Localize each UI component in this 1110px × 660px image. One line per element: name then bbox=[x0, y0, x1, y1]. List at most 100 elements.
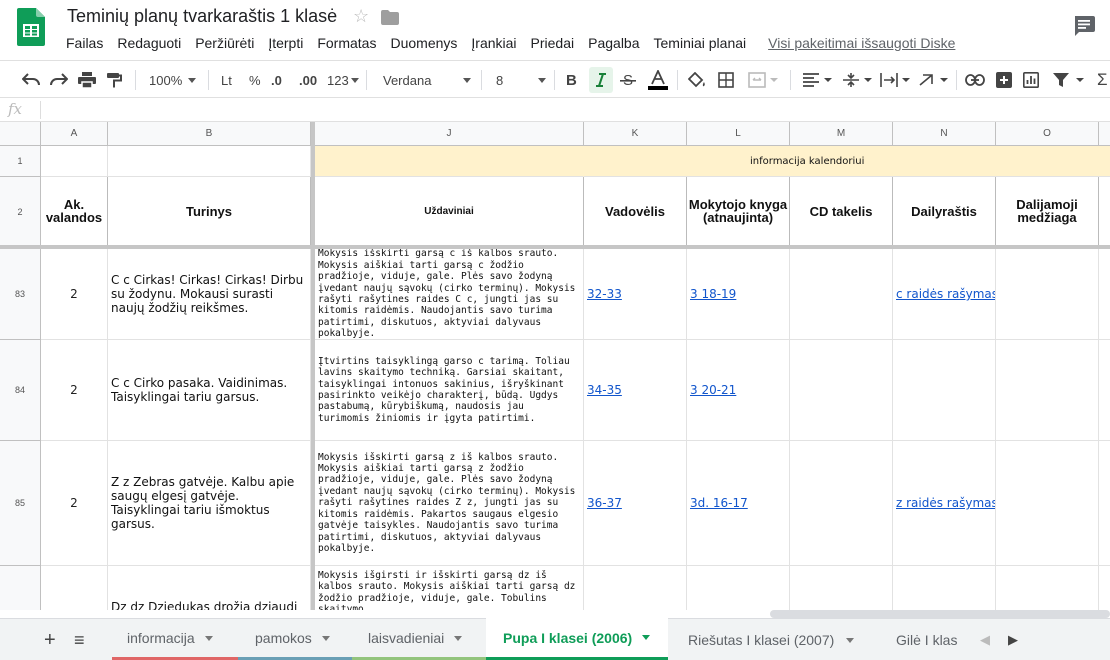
menu-format[interactable]: Formatas bbox=[317, 35, 376, 53]
content-cell[interactable]: C c Cirkas! Cirkas! Cirkas! Dirbu su žod… bbox=[108, 249, 311, 340]
sheets-logo-icon[interactable] bbox=[17, 8, 45, 46]
menu-view[interactable]: Peržiūrėti bbox=[195, 35, 254, 53]
hours-cell[interactable] bbox=[41, 566, 108, 610]
header-textbook[interactable]: Vadovėlis bbox=[584, 177, 687, 247]
handout-cell[interactable] bbox=[996, 340, 1099, 441]
header-cd-track[interactable]: CD takelis bbox=[790, 177, 893, 247]
tasks-cell[interactable]: Mokysis išskirti garsą c iš kalbos sraut… bbox=[315, 249, 584, 340]
more-formats-select[interactable]: 123 bbox=[327, 69, 359, 91]
currency-button[interactable]: Lt bbox=[221, 69, 232, 91]
redo-icon[interactable] bbox=[50, 69, 68, 91]
horizontal-align-button[interactable] bbox=[802, 69, 832, 91]
zoom-select[interactable]: 100% bbox=[149, 69, 197, 91]
hours-cell[interactable]: 2 bbox=[41, 249, 108, 340]
textbook-cell[interactable] bbox=[584, 566, 687, 610]
percent-button[interactable]: % bbox=[249, 69, 261, 91]
header-handout[interactable]: Dalijamoji medžiaga bbox=[996, 177, 1099, 247]
frozen-column-divider[interactable] bbox=[311, 122, 315, 610]
font-select[interactable]: Verdana bbox=[383, 69, 471, 91]
menu-help[interactable]: Pagalba bbox=[588, 35, 639, 53]
cd-cell[interactable] bbox=[790, 441, 893, 566]
header-next[interactable] bbox=[1099, 177, 1110, 247]
folder-icon[interactable] bbox=[381, 10, 399, 25]
header-teacher-book[interactable]: Mokytojo knyga (atnaujinta) bbox=[687, 177, 790, 247]
handout-cell[interactable] bbox=[996, 441, 1099, 566]
menu-thematic-plans[interactable]: Teminiai planai bbox=[654, 35, 747, 53]
cell-j1[interactable] bbox=[315, 146, 584, 177]
star-icon[interactable]: ☆ bbox=[353, 6, 369, 27]
calendar-info-banner[interactable]: informacija kalendoriui bbox=[584, 146, 1110, 177]
add-sheet-icon[interactable]: + bbox=[44, 619, 56, 660]
tasks-cell[interactable]: Įtvirtins taisyklingą garso c tarimą. To… bbox=[315, 340, 584, 441]
textbook-link[interactable]: 32-33 bbox=[584, 249, 687, 340]
sheet-tab-laisvadieniai[interactable]: laisvadieniai bbox=[352, 619, 486, 660]
row-header-85[interactable]: 85 bbox=[0, 441, 41, 566]
cd-cell[interactable] bbox=[790, 249, 893, 340]
overflow-cell[interactable] bbox=[1099, 340, 1110, 441]
calligraphy-cell[interactable] bbox=[893, 566, 996, 610]
teacher-book-link[interactable]: 3d. 16-17 bbox=[687, 441, 790, 566]
teacher-book-link[interactable]: 3 18-19 bbox=[687, 249, 790, 340]
header-calligraphy[interactable]: Dailyraštis bbox=[893, 177, 996, 247]
select-all-corner[interactable] bbox=[0, 122, 41, 146]
column-header-n[interactable]: N bbox=[893, 122, 996, 146]
row-header-83[interactable]: 83 bbox=[0, 249, 41, 340]
content-cell[interactable]: Dz dz Dziedukas drožia dziaudį bbox=[108, 566, 311, 610]
vertical-align-button[interactable] bbox=[842, 69, 872, 91]
scroll-tabs-right-icon[interactable]: ▶ bbox=[1008, 632, 1018, 648]
textbook-link[interactable]: 36-37 bbox=[584, 441, 687, 566]
column-header-o[interactable]: O bbox=[996, 122, 1099, 146]
cell-b1[interactable] bbox=[108, 146, 311, 177]
merge-cells-button[interactable] bbox=[748, 69, 778, 91]
sheet-tab-pamokos[interactable]: pamokos bbox=[238, 619, 352, 660]
content-cell[interactable]: C c Cirko pasaka. Vaidinimas. Taisykling… bbox=[108, 340, 311, 441]
tasks-cell[interactable]: Mokysis išskirti garsą z iš kalbos sraut… bbox=[315, 441, 584, 566]
fill-color-button[interactable] bbox=[688, 69, 706, 91]
content-cell[interactable]: Z z Zebras gatvėje. Kalbu apie saugų elg… bbox=[108, 441, 311, 566]
save-status[interactable]: Visi pakeitimai išsaugoti Diske bbox=[768, 35, 955, 53]
document-title[interactable]: Teminių planų tvarkaraštis 1 klasė bbox=[67, 6, 337, 27]
strikethrough-button[interactable]: S bbox=[620, 69, 636, 91]
sheet-tab-gile[interactable]: Gilė I klas bbox=[880, 619, 966, 660]
row-header-1[interactable]: 1 bbox=[0, 146, 41, 177]
tasks-cell[interactable]: Mokysis išgirsti ir išskirti garsą dz iš… bbox=[315, 566, 584, 610]
handout-cell[interactable] bbox=[996, 249, 1099, 340]
sheet-tab-riesutas[interactable]: Riešutas I klasei (2007) bbox=[672, 619, 880, 660]
textbook-link[interactable]: 34-35 bbox=[584, 340, 687, 441]
menu-insert[interactable]: Įterpti bbox=[268, 35, 303, 53]
menu-data[interactable]: Duomenys bbox=[390, 35, 457, 53]
column-header-b[interactable]: B bbox=[108, 122, 311, 146]
header-hours[interactable]: Ak. valandos bbox=[41, 177, 108, 247]
increase-decimals-button[interactable]: .00 bbox=[299, 69, 317, 91]
hours-cell[interactable]: 2 bbox=[41, 441, 108, 566]
row-header-86[interactable] bbox=[0, 566, 41, 610]
sheet-tab-pupa-active[interactable]: Pupa I klasei (2006) bbox=[486, 618, 668, 660]
overflow-cell[interactable] bbox=[1099, 566, 1110, 610]
header-tasks[interactable]: Uždaviniai bbox=[315, 177, 584, 247]
row-header-84[interactable]: 84 bbox=[0, 340, 41, 441]
column-header-next[interactable] bbox=[1099, 122, 1110, 146]
decrease-decimals-button[interactable]: .0 bbox=[271, 69, 282, 91]
bold-button[interactable]: B bbox=[566, 69, 577, 91]
teacher-book-link[interactable]: 3 20-21 bbox=[687, 340, 790, 441]
menu-edit[interactable]: Redaguoti bbox=[117, 35, 181, 53]
calligraphy-cell[interactable] bbox=[893, 340, 996, 441]
text-rotation-button[interactable] bbox=[918, 69, 948, 91]
header-content[interactable]: Turinys bbox=[108, 177, 311, 247]
comment-icon[interactable] bbox=[1073, 16, 1095, 36]
cd-cell[interactable] bbox=[790, 340, 893, 441]
paint-format-icon[interactable] bbox=[106, 69, 122, 91]
handout-cell[interactable] bbox=[996, 566, 1099, 610]
menu-file[interactable]: Failas bbox=[66, 35, 103, 53]
text-wrap-button[interactable] bbox=[880, 69, 910, 91]
sheet-tab-informacija[interactable]: informacija bbox=[112, 619, 238, 660]
formula-input[interactable] bbox=[48, 102, 1048, 118]
column-header-l[interactable]: L bbox=[687, 122, 790, 146]
horizontal-scrollbar[interactable] bbox=[770, 610, 1110, 618]
overflow-cell[interactable] bbox=[1099, 441, 1110, 566]
menu-addons[interactable]: Priedai bbox=[531, 35, 575, 53]
cell-a1[interactable] bbox=[41, 146, 108, 177]
insert-link-button[interactable] bbox=[965, 69, 985, 91]
insert-chart-button[interactable] bbox=[1023, 69, 1039, 91]
all-sheets-icon[interactable]: ≡ bbox=[74, 619, 85, 660]
